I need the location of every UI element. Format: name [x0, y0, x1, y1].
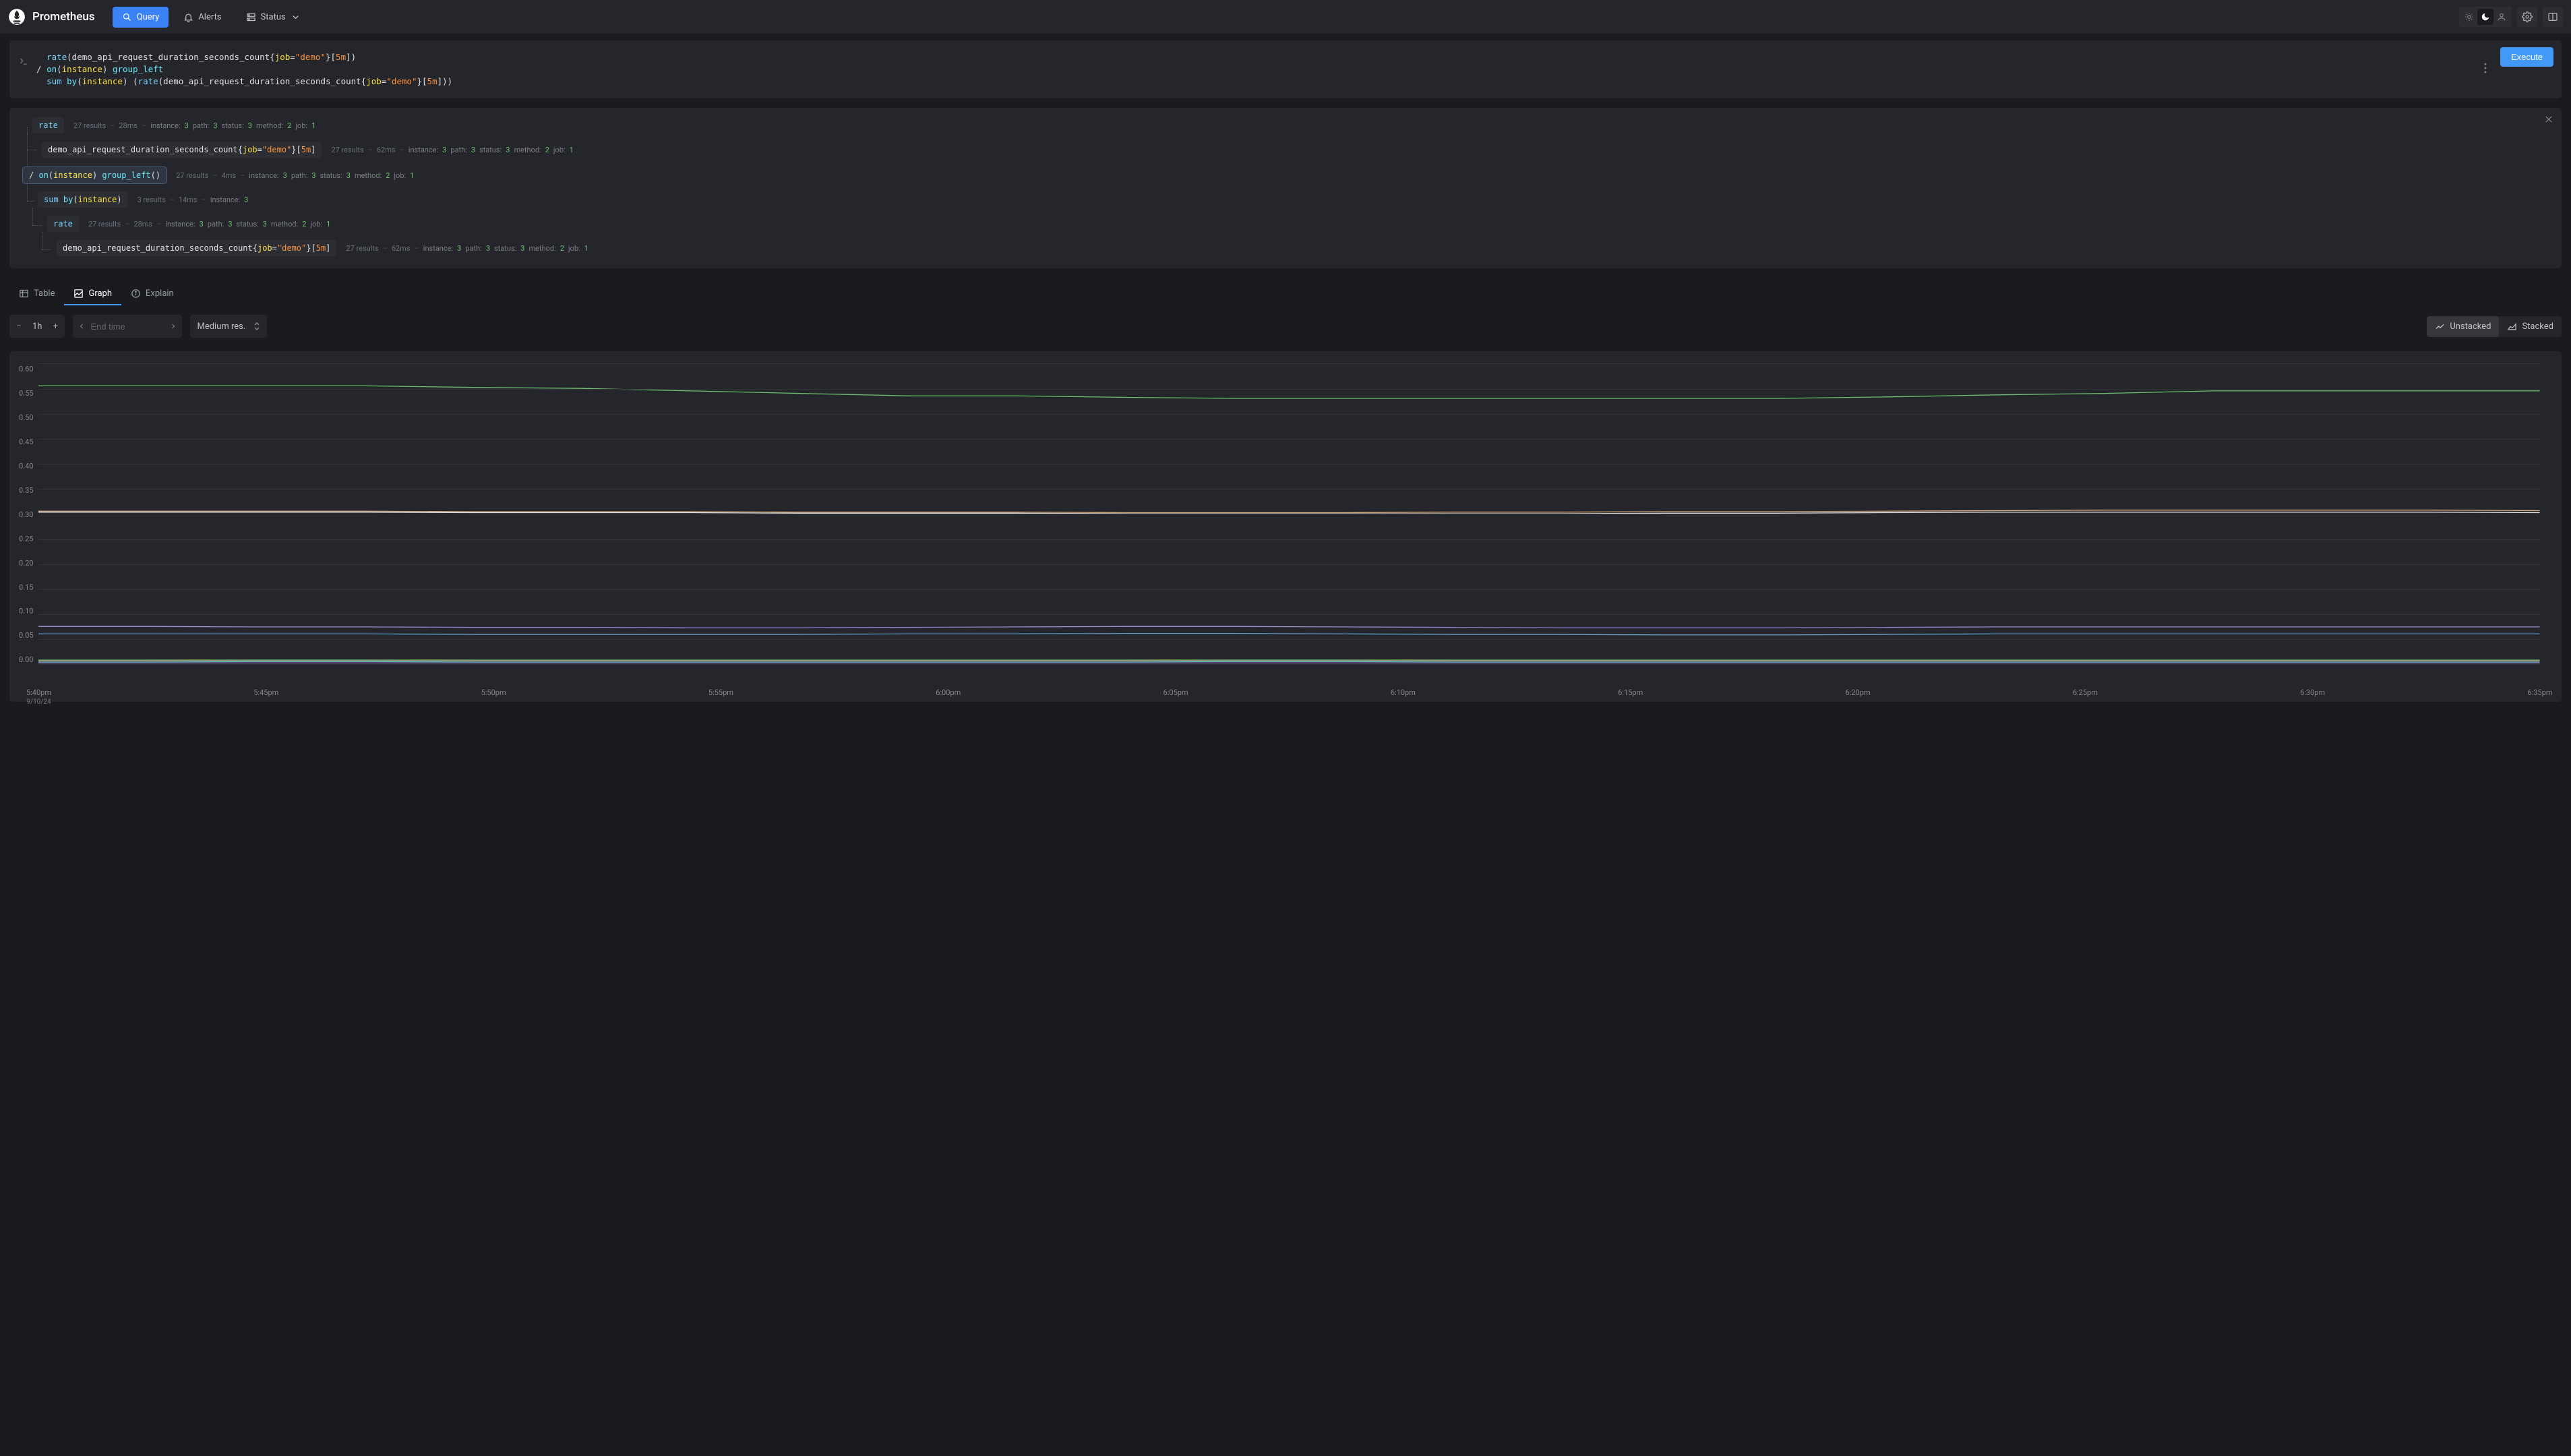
time-prev-button[interactable] [73, 315, 90, 338]
layout-icon [2547, 11, 2558, 22]
panels-button[interactable] [2543, 7, 2563, 27]
chevron-right-icon [169, 322, 177, 330]
info-icon [131, 289, 141, 299]
range-value: 1h [28, 322, 46, 332]
moon-icon [2481, 12, 2490, 22]
user-icon [2497, 12, 2506, 22]
query-tree-panel: rate 27 results–28ms–instance: 3 path: 3… [9, 108, 2562, 268]
chevron-down-icon [291, 12, 301, 22]
nav-query[interactable]: Query [113, 7, 169, 28]
plot-area[interactable]: 5:40pm9/10/245:45pm5:50pm5:55pm6:00pm6:0… [38, 363, 2540, 688]
nav-alerts[interactable]: Alerts [174, 7, 231, 28]
select-arrows-icon [253, 322, 260, 331]
execute-button[interactable]: Execute [2500, 47, 2553, 67]
sun-icon [2464, 12, 2474, 22]
bell-icon [183, 12, 193, 22]
chart-icon [73, 289, 84, 299]
theme-toggle[interactable] [2459, 7, 2512, 27]
table-icon [19, 289, 29, 299]
line-chart-icon [2435, 322, 2445, 332]
theme-dark[interactable] [2477, 9, 2493, 25]
query-text[interactable]: rate(demo_api_request_duration_seconds_c… [36, 47, 2475, 92]
logo: Prometheus [8, 8, 95, 26]
tab-explain[interactable]: Explain [121, 283, 183, 305]
tab-graph[interactable]: Graph [64, 283, 121, 305]
chevron-left-icon [78, 322, 86, 330]
settings-button[interactable] [2517, 7, 2537, 27]
resolution-select[interactable]: Medium res. [190, 315, 267, 338]
end-time-control [73, 315, 182, 338]
query-editor[interactable]: rate(demo_api_request_duration_seconds_c… [9, 40, 2562, 98]
theme-light[interactable] [2461, 9, 2477, 25]
kebab-icon [2484, 63, 2487, 73]
unstacked-button[interactable]: Unstacked [2427, 316, 2499, 337]
range-decrease-button[interactable]: − [9, 315, 28, 338]
gear-icon [2522, 11, 2533, 22]
tab-table[interactable]: Table [9, 283, 64, 305]
time-range-control: − 1h + [9, 315, 65, 338]
graph-controls: − 1h + Medium res. Unstacked Stacked [9, 315, 2562, 338]
prometheus-icon [8, 8, 26, 26]
stacked-button[interactable]: Stacked [2499, 316, 2562, 337]
y-axis: 0.600.550.500.450.400.350.300.250.200.15… [19, 363, 38, 688]
time-next-button[interactable] [164, 315, 182, 338]
area-chart-icon [2507, 322, 2517, 332]
chart-panel: 0.600.550.500.450.400.350.300.250.200.15… [9, 351, 2562, 702]
nav-status[interactable]: Status [237, 7, 310, 28]
result-tabs: Table Graph Explain [9, 283, 2562, 305]
stack-mode-toggle: Unstacked Stacked [2427, 316, 2562, 337]
theme-auto[interactable] [2493, 9, 2510, 25]
app-header: Prometheus Query Alerts Status [0, 0, 2571, 34]
range-increase-button[interactable]: + [46, 315, 65, 338]
end-time-input[interactable] [90, 322, 164, 332]
server-icon [246, 12, 256, 22]
app-title: Prometheus [32, 10, 95, 24]
search-icon [122, 12, 132, 22]
prompt-icon [18, 57, 30, 66]
query-menu-button[interactable] [2481, 60, 2489, 79]
